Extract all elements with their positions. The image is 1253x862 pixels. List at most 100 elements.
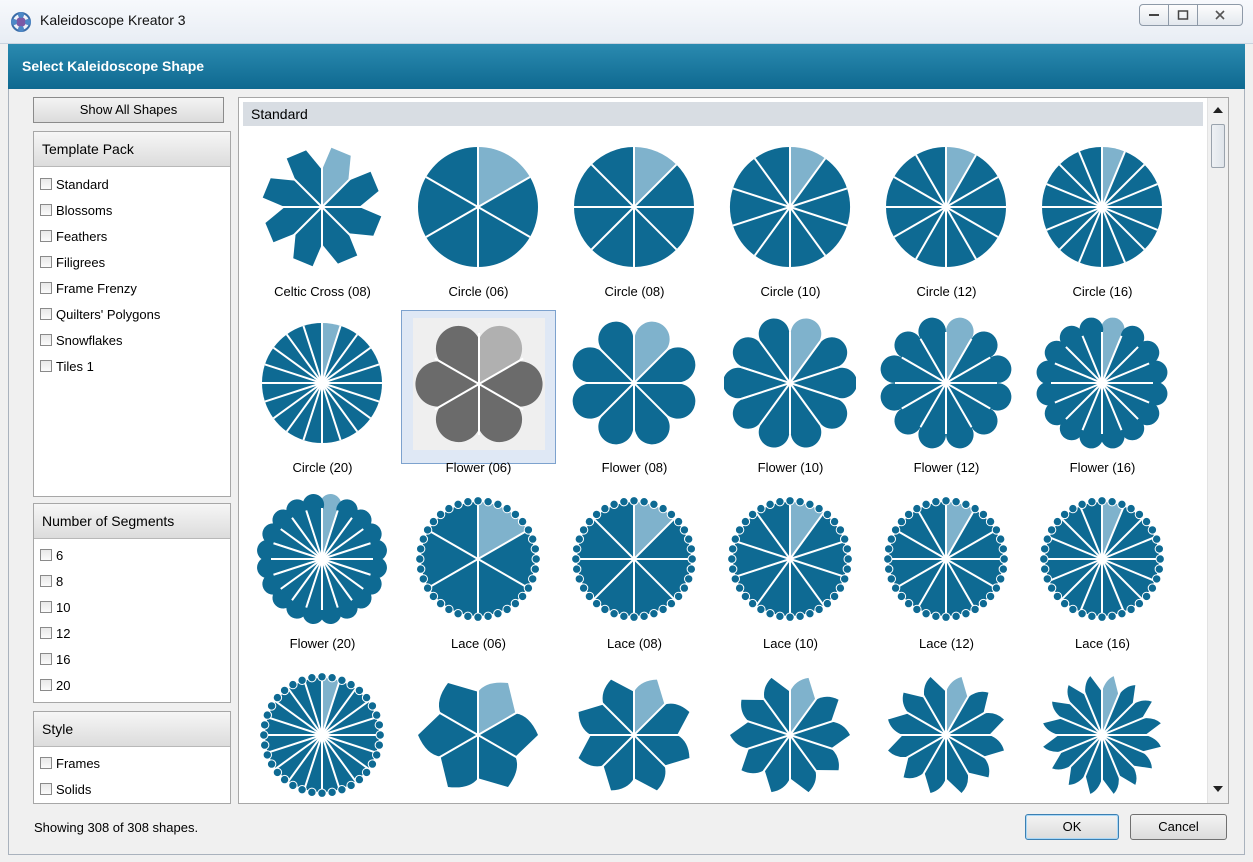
shape-thumbnail[interactable] xyxy=(1025,486,1180,640)
shape-tile[interactable]: Lace (16) xyxy=(1025,486,1180,662)
lace-scallop xyxy=(991,583,1002,593)
style-option[interactable]: Solids xyxy=(34,776,230,802)
shape-thumbnail[interactable] xyxy=(869,662,1024,803)
checkbox[interactable] xyxy=(40,256,52,268)
shape-thumbnail[interactable] xyxy=(869,310,1024,464)
checkbox[interactable] xyxy=(40,757,52,769)
shape-thumbnail[interactable] xyxy=(1025,134,1180,288)
shape-thumbnail[interactable] xyxy=(245,134,400,288)
segments-option[interactable]: 12 xyxy=(34,620,230,646)
shape-tile[interactable]: Celtic Cross (08) xyxy=(245,134,400,310)
vertical-scrollbar[interactable] xyxy=(1207,98,1228,803)
checkbox[interactable] xyxy=(40,575,52,587)
shape-thumbnail[interactable] xyxy=(245,662,400,803)
segments-option[interactable]: 6 xyxy=(34,542,230,568)
shape-thumbnail[interactable] xyxy=(713,486,868,640)
shape-tile[interactable]: Circle (08) xyxy=(557,134,712,310)
shape-tile[interactable]: Circle (20) xyxy=(245,310,400,486)
option-label: Frame Frenzy xyxy=(56,280,137,296)
shape-tile[interactable]: Lace (08) xyxy=(557,486,712,662)
minimize-button[interactable] xyxy=(1139,4,1169,26)
shape-thumbnail[interactable] xyxy=(401,310,556,464)
scroll-down-icon[interactable] xyxy=(1208,779,1228,799)
shape-thumbnail[interactable] xyxy=(869,134,1024,288)
lace-scallop xyxy=(785,496,795,506)
maximize-button[interactable] xyxy=(1168,4,1198,26)
shape-tile[interactable]: Flower (06) xyxy=(401,310,556,486)
ok-button[interactable]: OK xyxy=(1025,814,1119,840)
scroll-thumb[interactable] xyxy=(1211,124,1225,168)
shape-tile[interactable]: Circle (10) xyxy=(713,134,868,310)
shape-tile[interactable]: Flower (08) xyxy=(557,310,712,486)
shape-thumbnail[interactable] xyxy=(869,486,1024,640)
shape-tile[interactable]: Lace (06) xyxy=(401,486,556,662)
segments-option[interactable]: 20 xyxy=(34,672,230,698)
template-pack-option[interactable]: Feathers xyxy=(34,223,230,249)
shape-tile[interactable]: Lace (10) xyxy=(713,486,868,662)
shape-tile[interactable]: Lace (12) xyxy=(869,486,1024,662)
shape-thumbnail[interactable] xyxy=(401,134,556,288)
shape-tile[interactable] xyxy=(557,662,712,803)
checkbox[interactable] xyxy=(40,178,52,190)
shape-thumbnail[interactable] xyxy=(245,486,400,640)
checkbox[interactable] xyxy=(40,783,52,795)
option-label: Standard xyxy=(56,176,109,192)
lace-scallop xyxy=(896,516,907,527)
shape-tile[interactable]: Flower (12) xyxy=(869,310,1024,486)
shape-thumbnail[interactable] xyxy=(401,486,556,640)
title-bar: Kaleidoscope Kreator 3 xyxy=(0,0,1253,44)
template-pack-option[interactable]: Snowflakes xyxy=(34,327,230,353)
show-all-shapes-button[interactable]: Show All Shapes xyxy=(33,97,224,123)
shape-tile[interactable] xyxy=(869,662,1024,803)
segments-option[interactable]: 10 xyxy=(34,594,230,620)
checkbox[interactable] xyxy=(40,282,52,294)
shape-thumbnail[interactable] xyxy=(1025,662,1180,803)
scroll-up-icon[interactable] xyxy=(1208,100,1228,120)
shape-thumbnail[interactable] xyxy=(245,310,400,464)
shape-tile[interactable] xyxy=(1025,662,1180,803)
checkbox[interactable] xyxy=(40,204,52,216)
checkbox[interactable] xyxy=(40,679,52,691)
template-pack-option[interactable]: Blossoms xyxy=(34,197,230,223)
lace-scallop xyxy=(483,496,493,507)
shape-tile[interactable] xyxy=(401,662,556,803)
lace-scallop xyxy=(361,767,372,778)
checkbox[interactable] xyxy=(40,360,52,372)
checkbox[interactable] xyxy=(40,308,52,320)
template-pack-option[interactable]: Tiles 1 xyxy=(34,353,230,379)
shape-tile[interactable]: Flower (20) xyxy=(245,486,400,662)
shape-thumbnail[interactable] xyxy=(557,134,712,288)
segments-option[interactable]: 16 xyxy=(34,646,230,672)
segments-option[interactable]: 8 xyxy=(34,568,230,594)
cancel-button[interactable]: Cancel xyxy=(1130,814,1227,840)
shape-tile[interactable] xyxy=(245,662,400,803)
checkbox[interactable] xyxy=(40,549,52,561)
shape-thumbnail[interactable] xyxy=(557,310,712,464)
checkbox[interactable] xyxy=(40,653,52,665)
shape-tile[interactable]: Circle (12) xyxy=(869,134,1024,310)
checkbox[interactable] xyxy=(40,230,52,242)
shape-thumbnail[interactable] xyxy=(1025,310,1180,464)
shape-thumbnail[interactable] xyxy=(713,662,868,803)
shape-thumbnail[interactable] xyxy=(713,310,868,464)
shape-tile[interactable]: Flower (16) xyxy=(1025,310,1180,486)
style-option[interactable]: Frames xyxy=(34,750,230,776)
shape-thumbnail[interactable] xyxy=(401,662,556,803)
shape-thumbnail[interactable] xyxy=(557,486,712,640)
template-pack-option[interactable]: Frame Frenzy xyxy=(34,275,230,301)
shape-tile[interactable]: Circle (16) xyxy=(1025,134,1180,310)
checkbox[interactable] xyxy=(40,601,52,613)
template-pack-option[interactable]: Filigrees xyxy=(34,249,230,275)
shape-tile[interactable] xyxy=(713,662,868,803)
shape-tile[interactable]: Circle (06) xyxy=(401,134,556,310)
shape-thumbnail[interactable] xyxy=(713,134,868,288)
template-pack-option[interactable]: Quilters' Polygons xyxy=(34,301,230,327)
shape-thumbnail[interactable] xyxy=(557,662,712,803)
lace-scallop xyxy=(727,554,737,564)
checkbox[interactable] xyxy=(40,627,52,639)
lace-scallop xyxy=(354,685,365,696)
template-pack-option[interactable]: Standard xyxy=(34,171,230,197)
shape-tile[interactable]: Flower (10) xyxy=(713,310,868,486)
close-button[interactable] xyxy=(1197,4,1243,26)
checkbox[interactable] xyxy=(40,334,52,346)
